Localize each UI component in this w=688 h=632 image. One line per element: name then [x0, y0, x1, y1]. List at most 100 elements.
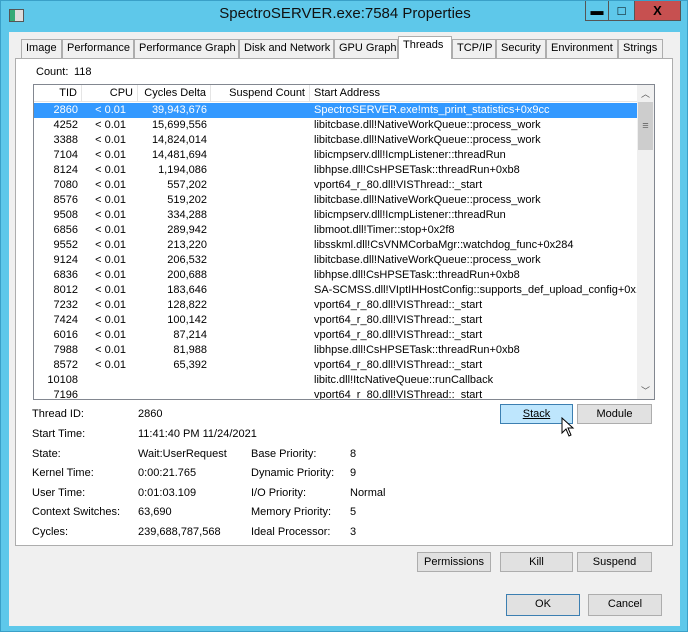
cell-cycles-delta: 206,532 — [167, 254, 207, 266]
cell-cycles-delta: 519,202 — [167, 194, 207, 206]
threads-panel: Count: 118 TID CPU Cycles Delta Suspend … — [15, 58, 673, 572]
cell-cpu: < 0.01 — [95, 329, 126, 341]
tab-security[interactable]: Security — [496, 39, 546, 58]
cell-cycles-delta: 183,646 — [167, 284, 207, 296]
maximize-button[interactable]: □ — [609, 1, 635, 21]
table-row[interactable]: 8572 < 0.01 65,392 vport64_r_80.dll!VISThre… — [34, 358, 637, 373]
column-tid[interactable]: TID — [34, 85, 82, 102]
thread-id-label: Thread ID: — [32, 408, 84, 420]
cell-start-address: libitcbase.dll!NativeWorkQueue::process_… — [314, 194, 541, 206]
cell-start-address: libitcbase.dll!NativeWorkQueue::process_… — [314, 134, 541, 146]
cell-tid: 9124 — [53, 254, 78, 266]
table-row[interactable]: 7424 < 0.01 100,142 vport64_r_80.dll!VISThr… — [34, 313, 637, 328]
tab-tcp-ip[interactable]: TCP/IP — [452, 39, 496, 58]
tab-image[interactable]: Image — [21, 39, 62, 58]
cell-tid: 6856 — [53, 224, 78, 236]
cell-tid: 10108 — [47, 374, 78, 386]
cell-start-address: SpectroSERVER.exe!mts_print_statistics+0… — [314, 104, 550, 116]
table-row[interactable]: 7104 < 0.01 14,481,694 libicmpserv.dll!Icmp… — [34, 148, 637, 163]
list-header: TID CPU Cycles Delta Suspend Count Start… — [34, 85, 637, 102]
table-row[interactable]: 9508 < 0.01 334,288 libicmpserv.dll!IcmpLis… — [34, 208, 637, 223]
properties-window: SpectroSERVER.exe:7584 Properties ▬ □ X … — [0, 0, 688, 632]
table-row[interactable]: 4252 < 0.01 15,699,556 libitcbase.dll!Nativ… — [34, 118, 637, 133]
scroll-up-icon[interactable]: ︿ — [641, 87, 650, 100]
cell-tid: 7988 — [53, 344, 78, 356]
column-cpu[interactable]: CPU — [82, 85, 138, 102]
table-row[interactable]: 6016 < 0.01 87,214 vport64_r_80.dll!VISThre… — [34, 328, 637, 343]
threads-list[interactable]: TID CPU Cycles Delta Suspend Count Start… — [33, 84, 655, 400]
cell-cycles-delta: 289,942 — [167, 224, 207, 236]
dialog-client: Image Performance Performance Graph Disk an… — [9, 32, 680, 626]
vertical-scrollbar[interactable]: ︿ ≡ ﹀ — [637, 85, 654, 399]
cell-start-address: libmoot.dll!Timer::stop+0x2f8 — [314, 224, 455, 236]
cell-tid: 7104 — [53, 149, 78, 161]
count-value: 118 — [74, 66, 92, 78]
cell-cycles-delta: 15,699,556 — [151, 119, 207, 131]
table-row[interactable]: 7080 < 0.01 557,202 vport64_r_80.dll!VISThr… — [34, 178, 637, 193]
count-label: Count: — [36, 66, 69, 78]
tab-disk-and-network[interactable]: Disk and Network — [239, 39, 334, 58]
kernel-time-value: 0:00:21.765 — [138, 467, 197, 479]
table-row[interactable]: 10108 libitc.dll!ItcNativeQueue::runCallb… — [34, 373, 637, 388]
cell-start-address: vport64_r_80.dll!VISThread::_start — [314, 389, 483, 400]
table-row[interactable]: 7232 < 0.01 128,822 vport64_r_80.dll!VISThr… — [34, 298, 637, 313]
cell-cpu: < 0.01 — [95, 254, 126, 266]
module-button[interactable]: Module — [577, 404, 652, 424]
suspend-button[interactable]: Suspend — [577, 552, 652, 572]
cell-start-address: libhpse.dll!CsHPSETask::threadRun+0xb8 — [314, 269, 520, 281]
column-suspend-count[interactable]: Suspend Count — [211, 85, 310, 102]
cell-cpu: < 0.01 — [95, 164, 126, 176]
ideal-processor-value: 3 — [350, 526, 357, 538]
table-row[interactable]: 6836 < 0.01 200,688 libhpse.dll!CsHPSETask:… — [34, 268, 637, 283]
table-row[interactable]: 9124 < 0.01 206,532 libitcbase.dll!NativeWo… — [34, 253, 637, 268]
table-row[interactable]: 9552 < 0.01 213,220 libsskml.dll!CsVNMCorba… — [34, 238, 637, 253]
scroll-down-icon[interactable]: ﹀ — [641, 384, 650, 397]
tab-gpu-graph[interactable]: GPU Graph — [334, 39, 398, 58]
table-row[interactable]: 6856 < 0.01 289,942 libmoot.dll!Timer::stop… — [34, 223, 637, 238]
tab-environment[interactable]: Environment — [546, 39, 618, 58]
table-row[interactable]: 8124 < 0.01 1,194,086 libhpse.dll!CsHPSETas… — [34, 163, 637, 178]
close-button[interactable]: X — [635, 1, 681, 21]
base-priority-label: Base Priority: — [251, 448, 317, 460]
cell-tid: 6836 — [53, 269, 78, 281]
cell-cpu: < 0.01 — [95, 179, 126, 191]
cell-tid: 3388 — [53, 134, 78, 146]
tab-performance[interactable]: Performance — [62, 39, 134, 58]
table-row[interactable]: 2860 < 0.01 39,943,676 SpectroSERVER.exe!mt… — [34, 103, 637, 118]
cell-cpu: < 0.01 — [95, 314, 126, 326]
cell-tid: 9508 — [53, 209, 78, 221]
cell-tid: 9552 — [53, 239, 78, 251]
table-row[interactable]: 7196 vport64_r_80.dll!VISThread::_start — [34, 388, 637, 400]
tab-performance-graph[interactable]: Performance Graph — [134, 39, 239, 58]
cell-tid: 7232 — [53, 299, 78, 311]
scroll-thumb[interactable]: ≡ — [638, 102, 653, 150]
table-row[interactable]: 7988 < 0.01 81,988 libhpse.dll!CsHPSETask::… — [34, 343, 637, 358]
ok-button[interactable]: OK — [506, 594, 580, 616]
cancel-button[interactable]: Cancel — [588, 594, 662, 616]
table-row[interactable]: 8576 < 0.01 519,202 libitcbase.dll!NativeWo… — [34, 193, 637, 208]
cell-tid: 6016 — [53, 329, 78, 341]
tab-threads[interactable]: Threads — [398, 36, 452, 59]
cell-cpu: < 0.01 — [95, 269, 126, 281]
cell-start-address: vport64_r_80.dll!VISThread::_start — [314, 299, 483, 311]
column-cycles-delta[interactable]: Cycles Delta — [138, 85, 211, 102]
table-row[interactable]: 3388 < 0.01 14,824,014 libitcbase.dll!Nativ… — [34, 133, 637, 148]
kernel-time-label: Kernel Time: — [32, 467, 94, 479]
table-row[interactable]: 8012 < 0.01 183,646 SA-SCMSS.dll!VIptIHHost… — [34, 283, 646, 298]
ideal-processor-label: Ideal Processor: — [251, 526, 331, 538]
cell-cycles-delta: 87,214 — [173, 329, 207, 341]
cell-cycles-delta: 14,481,694 — [151, 149, 207, 161]
cell-start-address: libitc.dll!ItcNativeQueue::runCallback — [314, 374, 494, 386]
cell-tid: 7080 — [53, 179, 78, 191]
kill-button[interactable]: Kill — [500, 552, 573, 572]
dynamic-priority-value: 9 — [350, 467, 357, 479]
minimize-button[interactable]: ▬ — [585, 1, 609, 21]
cell-start-address: vport64_r_80.dll!VISThread::_start — [314, 359, 483, 371]
cell-start-address: libitcbase.dll!NativeWorkQueue::process_… — [314, 119, 541, 131]
mouse-cursor-icon — [561, 417, 575, 437]
permissions-button[interactable]: Permissions — [417, 552, 491, 572]
cell-start-address: vport64_r_80.dll!VISThread::_start — [314, 179, 483, 191]
tab-strings[interactable]: Strings — [618, 39, 663, 58]
column-start-address[interactable]: Start Address — [310, 85, 637, 102]
cell-tid: 8576 — [53, 194, 78, 206]
